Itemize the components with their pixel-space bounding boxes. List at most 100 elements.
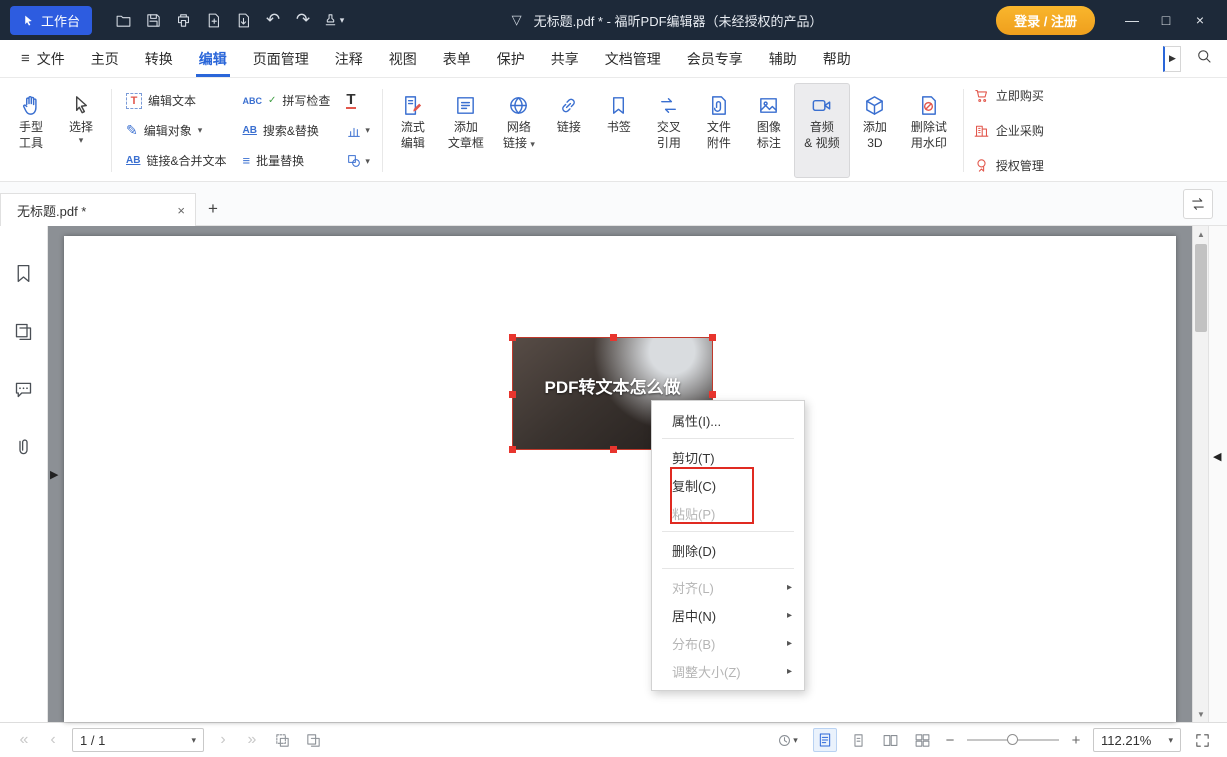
context-menu-item-properties[interactable]: 属性(I)... (652, 406, 804, 434)
zoom-slider-thumb[interactable] (1007, 734, 1018, 745)
selection-handle[interactable] (610, 446, 617, 453)
maximize-button[interactable]: □ (1149, 6, 1183, 34)
scrollbar-thumb[interactable] (1195, 244, 1207, 332)
selection-handle[interactable] (509, 446, 516, 453)
add-shape-button[interactable]: ▾ (341, 149, 375, 173)
right-panel-collapse-handle[interactable]: ◀ (1213, 450, 1221, 463)
cross-reference-button[interactable]: 交叉 引用 (644, 83, 694, 178)
add-3d-button[interactable]: 添加 3D (850, 83, 900, 178)
buy-now-button[interactable]: 立即购买 (973, 87, 1044, 104)
selection-handle[interactable] (610, 334, 617, 341)
minimize-button[interactable]: — (1115, 6, 1149, 34)
page-number-select[interactable]: 1 / 1 ▾ (72, 728, 204, 752)
attachments-panel-button[interactable] (13, 436, 35, 458)
add-text-button[interactable]: T (341, 88, 375, 112)
menu-tab-comment[interactable]: 注释 (322, 40, 376, 77)
reading-mode-button[interactable] (813, 728, 837, 752)
undo-icon[interactable]: ↶ (258, 6, 288, 34)
create-pdf-icon[interactable] (198, 6, 228, 34)
zoom-slider[interactable] (967, 730, 1059, 750)
close-button[interactable]: × (1183, 6, 1217, 34)
scroll-up-button[interactable]: ▲ (1193, 226, 1209, 242)
comments-panel-button[interactable] (13, 378, 35, 400)
scroll-down-button[interactable]: ▼ (1193, 706, 1209, 722)
open-file-icon[interactable] (108, 6, 138, 34)
clipboard-pages-icon[interactable] (302, 729, 324, 751)
zoom-in-button[interactable]: + (1069, 732, 1083, 749)
menu-tab-form[interactable]: 表单 (430, 40, 484, 77)
page-thumbnails-panel-button[interactable] (13, 320, 35, 342)
license-manage-button[interactable]: 授权管理 (973, 157, 1044, 174)
add-chart-button[interactable]: ▾ (341, 119, 375, 143)
spell-check-button[interactable]: ABC ✓ 拼写检查 (235, 86, 337, 116)
auto-scroll-icon[interactable]: ▾ (771, 729, 803, 751)
menu-tab-view[interactable]: 视图 (376, 40, 430, 77)
document-tab[interactable]: 无标题.pdf * × (0, 193, 196, 226)
add-article-box-button[interactable]: 添加 文章框 (438, 83, 494, 178)
panel-expand-handle[interactable]: ▶ (50, 468, 58, 481)
web-link-button[interactable]: 网络 链接 ▾ (494, 83, 544, 178)
batch-replace-button[interactable]: ≡ 批量替换 (235, 145, 337, 175)
enterprise-purchase-button[interactable]: 企业采购 (973, 122, 1044, 139)
collapse-ribbon-icon[interactable]: ▽ (512, 12, 522, 28)
menu-tab-help[interactable]: 帮助 (810, 40, 864, 77)
search-replace-button[interactable]: AB 搜索&替换 (235, 116, 337, 146)
fullscreen-button[interactable] (1191, 729, 1213, 751)
image-annotation-button[interactable]: 图像 标注 (744, 83, 794, 178)
context-menu-item-center[interactable]: 居中(N)▸ (652, 601, 804, 629)
two-page-view-icon[interactable] (879, 729, 901, 751)
menu-tab-home[interactable]: 主页 (78, 40, 132, 77)
redo-icon[interactable]: ↷ (288, 6, 318, 34)
bookmark-button[interactable]: 书签 (594, 83, 644, 178)
menu-tab-member[interactable]: 会员专享 (674, 40, 756, 77)
selection-handle[interactable] (709, 334, 716, 341)
flow-edit-button[interactable]: 流式 编辑 (388, 83, 438, 178)
selection-handle[interactable] (509, 334, 516, 341)
menu-tab-doc-manage[interactable]: 文档管理 (592, 40, 674, 77)
menu-tab-share[interactable]: 共享 (538, 40, 592, 77)
next-page-button[interactable]: › (213, 731, 233, 749)
last-page-button[interactable]: » (242, 731, 262, 749)
tab-close-icon[interactable]: × (177, 203, 185, 218)
hand-tool-button[interactable]: 手型 工具 (6, 83, 56, 178)
selection-handle[interactable] (509, 391, 516, 398)
edit-text-button[interactable]: T 编辑文本 (119, 86, 233, 116)
menu-tab-accessibility[interactable]: 辅助 (756, 40, 810, 77)
vertical-scrollbar[interactable]: ▲ ▼ (1192, 226, 1208, 722)
bookmarks-panel-button[interactable] (13, 262, 35, 284)
menu-tab-edit[interactable]: 编辑 (186, 40, 240, 77)
ribbon-expand-button[interactable]: ▶ (1163, 46, 1181, 72)
save-icon[interactable] (138, 6, 168, 34)
audio-video-button[interactable]: 音频 & 视频 (794, 83, 850, 178)
document-canvas[interactable]: PDF转文本怎么做 属性(I)... 剪切(T) 复制(C) 粘贴(P) 删除(… (48, 226, 1192, 722)
file-attachment-button[interactable]: 文件 附件 (694, 83, 744, 178)
link-button[interactable]: 链接 (544, 83, 594, 178)
context-menu-item-copy[interactable]: 复制(C) (652, 471, 804, 499)
first-page-button[interactable]: « (14, 731, 34, 749)
menu-tab-file[interactable]: ≡ 文件 (8, 40, 78, 77)
search-icon[interactable] (1195, 47, 1213, 70)
link-merge-text-button[interactable]: AB 链接&合并文本 (119, 145, 233, 175)
four-page-view-icon[interactable] (911, 729, 933, 751)
edit-object-button[interactable]: ✎ 编辑对象 ▾ (119, 116, 233, 146)
menu-tab-page-manage[interactable]: 页面管理 (240, 40, 322, 77)
context-menu-item-delete[interactable]: 删除(D) (652, 536, 804, 564)
zoom-level-select[interactable]: 112.21% ▾ (1093, 728, 1181, 752)
remove-trial-watermark-button[interactable]: 删除试 用水印 (900, 83, 958, 178)
context-menu-item-cut[interactable]: 剪切(T) (652, 443, 804, 471)
selection-handle[interactable] (709, 391, 716, 398)
zoom-out-button[interactable]: − (943, 732, 957, 749)
quick-tool-icon[interactable]: ▾ (318, 6, 348, 34)
single-page-view-icon[interactable] (847, 729, 869, 751)
tab-switch-button[interactable] (1183, 189, 1213, 219)
print-icon[interactable] (168, 6, 198, 34)
login-register-button[interactable]: 登录 / 注册 (996, 6, 1095, 35)
menu-tab-protect[interactable]: 保护 (484, 40, 538, 77)
add-file-icon[interactable] (228, 6, 258, 34)
workspace-button[interactable]: 工作台 (10, 6, 92, 35)
select-tool-button[interactable]: 选择 ▾ (56, 83, 106, 178)
new-tab-button[interactable]: + (196, 192, 230, 225)
pdf-page[interactable] (64, 236, 1176, 722)
snapshot-icon[interactable] (271, 729, 293, 751)
previous-page-button[interactable]: ‹ (43, 731, 63, 749)
